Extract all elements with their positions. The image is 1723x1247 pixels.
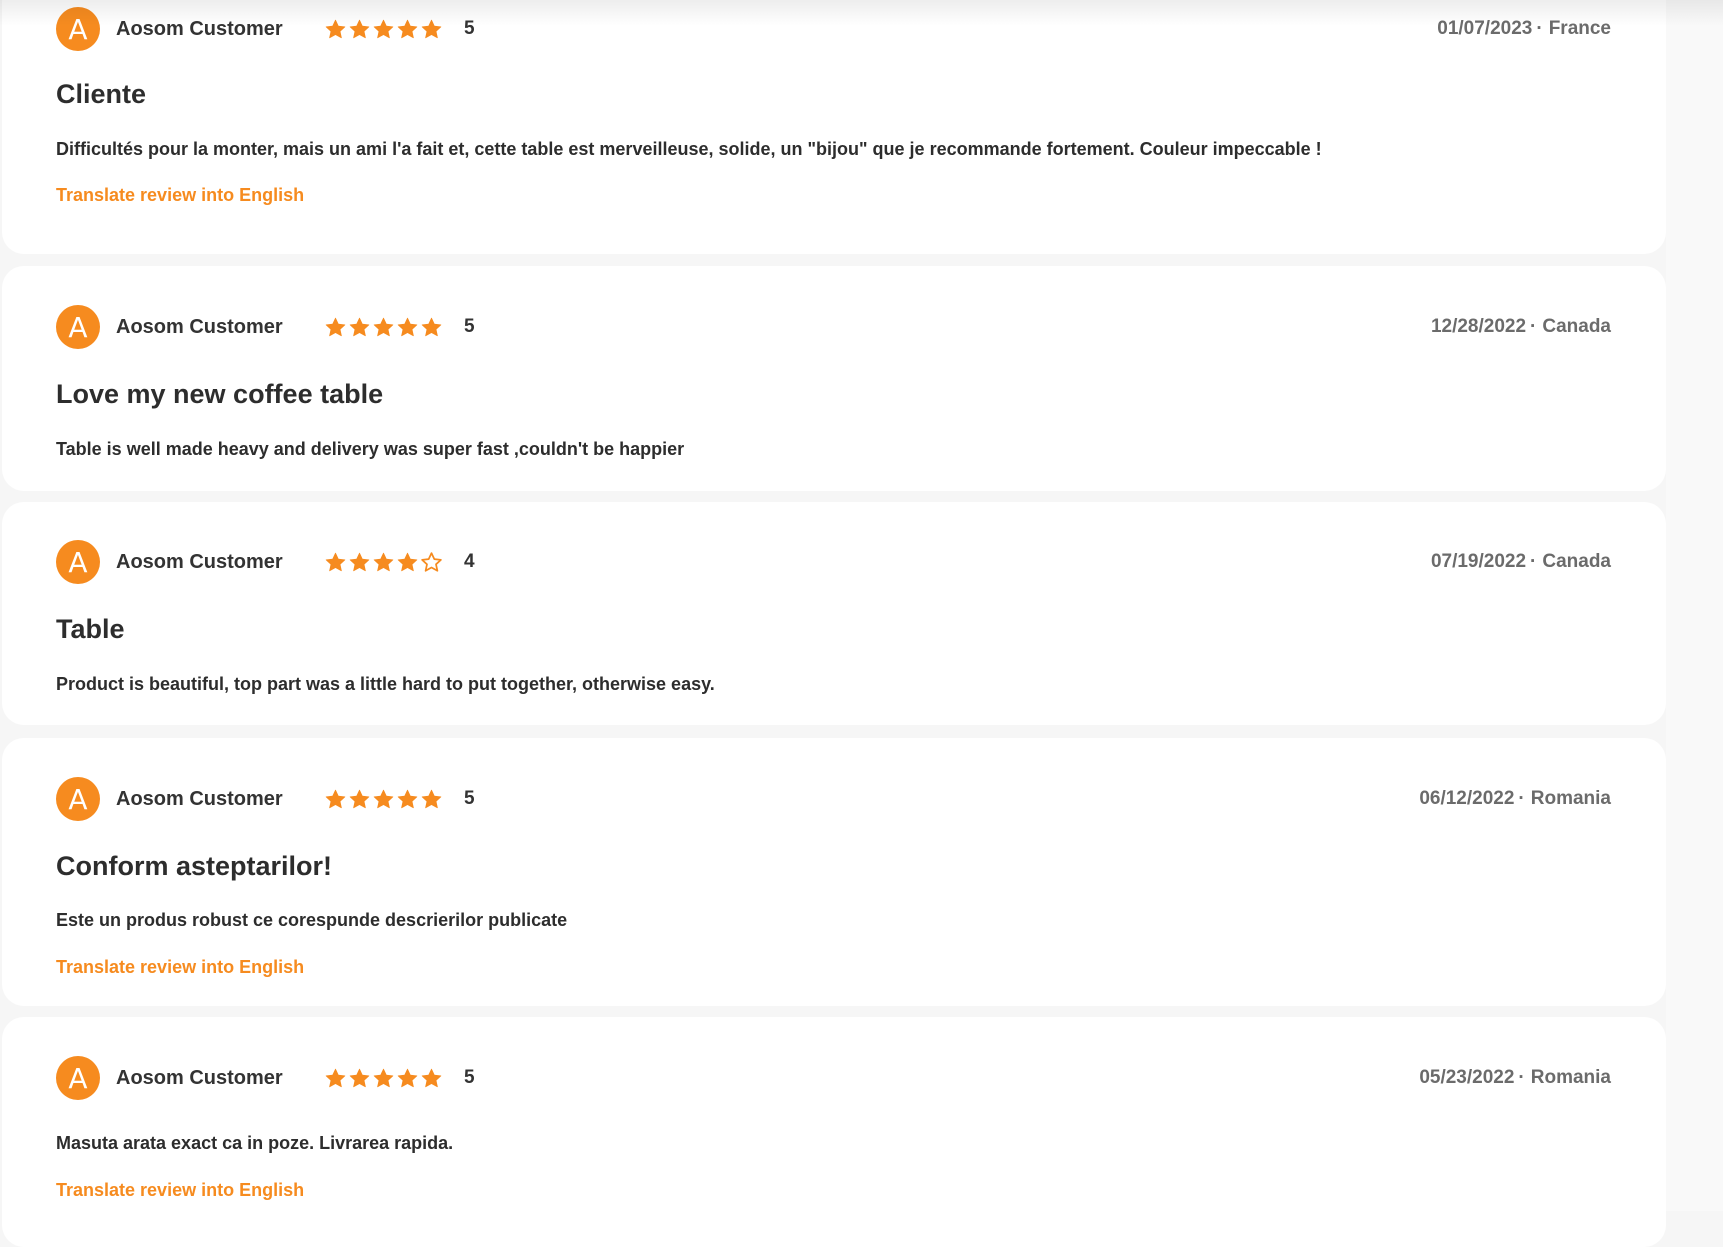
review-country: Romania — [1530, 1067, 1611, 1088]
review-meta: 06/12/2022 · Romania — [1419, 788, 1611, 810]
review-title: Conform asteptarilor! — [56, 851, 333, 881]
star-filled-icon — [325, 19, 346, 38]
star-filled-icon — [349, 552, 370, 571]
review-title: Love my new coffee table — [56, 379, 384, 409]
star-rating — [324, 18, 443, 41]
star-rating — [324, 316, 443, 339]
star-filled-icon — [325, 1068, 346, 1087]
star-rating — [324, 788, 443, 811]
translate-review-link[interactable]: Translate review into English — [56, 185, 304, 206]
review-meta: 01/07/2023 · France — [1437, 18, 1611, 40]
star-filled-icon — [349, 317, 370, 336]
reviewer-name: Aosom Customer — [116, 315, 283, 338]
star-filled-icon — [421, 1068, 442, 1087]
star-filled-icon — [349, 19, 370, 38]
star-filled-icon — [421, 19, 442, 38]
review-date: 12/28/2022 — [1430, 316, 1527, 337]
reviewer-name: Aosom Customer — [116, 17, 283, 40]
meta-separator: · — [1536, 18, 1543, 39]
avatar: A — [56, 777, 100, 821]
avatar: A — [56, 540, 100, 584]
star-filled-icon — [373, 19, 394, 38]
review-header: A Aosom Customer 5 12/28/2022 · Canada — [56, 305, 1611, 349]
rating-value: 5 — [464, 18, 475, 39]
review-meta: 12/28/2022 · Canada — [1431, 316, 1611, 338]
review-body: Este un produs robust ce corespunde desc… — [56, 910, 568, 930]
star-filled-icon — [373, 789, 394, 808]
avatar: A — [56, 7, 100, 51]
review-date: 07/19/2022 — [1430, 551, 1527, 572]
star-outline-icon — [421, 551, 442, 572]
star-rating — [324, 551, 443, 574]
review-card: A Aosom Customer 5 05/23/2022 · Romania Ma… — [2, 1017, 1666, 1247]
review-country: Romania — [1530, 788, 1611, 809]
star-filled-icon — [373, 552, 394, 571]
star-filled-icon — [397, 1068, 418, 1087]
review-card: A Aosom Customer 5 12/28/2022 · Canada Lov… — [2, 266, 1666, 491]
star-filled-icon — [397, 317, 418, 336]
star-filled-icon — [373, 317, 394, 336]
star-filled-icon — [421, 317, 442, 336]
review-header: A Aosom Customer 4 07/19/2022 · Canada — [56, 540, 1611, 584]
star-filled-icon — [325, 552, 346, 571]
reviewer-name: Aosom Customer — [116, 787, 283, 810]
star-rating — [324, 1067, 443, 1090]
translate-review-link[interactable]: Translate review into English — [56, 1180, 304, 1201]
star-filled-icon — [349, 1068, 370, 1087]
reviewer-name: Aosom Customer — [116, 550, 283, 573]
meta-separator: · — [1530, 551, 1537, 572]
review-country: France — [1548, 18, 1611, 39]
review-header: A Aosom Customer 5 06/12/2022 · Romania — [56, 777, 1611, 821]
meta-separator: · — [1518, 1067, 1525, 1088]
review-card: A Aosom Customer 5 06/12/2022 · Romania Co… — [2, 738, 1666, 1006]
review-title: Table — [56, 614, 125, 644]
rating-value: 5 — [464, 788, 475, 809]
review-date: 06/12/2022 — [1419, 788, 1515, 809]
review-card: A Aosom Customer 4 07/19/2022 · Canada Tab… — [2, 502, 1666, 725]
star-filled-icon — [397, 19, 418, 38]
star-filled-icon — [373, 1068, 394, 1087]
star-filled-icon — [397, 552, 418, 571]
meta-separator: · — [1530, 316, 1537, 337]
rating-value: 5 — [464, 1067, 475, 1088]
review-meta: 05/23/2022 · Romania — [1419, 1067, 1611, 1089]
review-country: Canada — [1542, 316, 1611, 337]
star-filled-icon — [325, 789, 346, 808]
review-meta: 07/19/2022 · Canada — [1431, 551, 1611, 573]
review-body: Difficultés pour la monter, mais un ami … — [56, 139, 1322, 159]
rating-value: 4 — [464, 551, 475, 572]
star-filled-icon — [421, 789, 442, 808]
star-filled-icon — [397, 789, 418, 808]
review-country: Canada — [1542, 551, 1611, 572]
review-date: 05/23/2022 — [1419, 1067, 1515, 1088]
star-filled-icon — [349, 789, 370, 808]
review-body: Product is beautiful, top part was a lit… — [56, 674, 715, 694]
review-date: 01/07/2023 — [1437, 18, 1533, 39]
avatar: A — [56, 1056, 100, 1100]
review-title: Cliente — [56, 79, 147, 109]
avatar: A — [56, 305, 100, 349]
translate-review-link[interactable]: Translate review into English — [56, 957, 304, 978]
review-body: Masuta arata exact ca in poze. Livrarea … — [56, 1133, 454, 1153]
reviewer-name: Aosom Customer — [116, 1066, 283, 1089]
review-body: Table is well made heavy and delivery wa… — [56, 439, 685, 459]
review-header: A Aosom Customer 5 05/23/2022 · Romania — [56, 1056, 1611, 1100]
rating-value: 5 — [464, 316, 475, 337]
right-gutter — [1666, 0, 1723, 1211]
meta-separator: · — [1518, 788, 1525, 809]
review-card: A Aosom Customer 5 01/07/2023 · France Cli… — [2, 0, 1666, 254]
star-filled-icon — [325, 317, 346, 336]
review-header: A Aosom Customer 5 01/07/2023 · France — [56, 7, 1611, 51]
